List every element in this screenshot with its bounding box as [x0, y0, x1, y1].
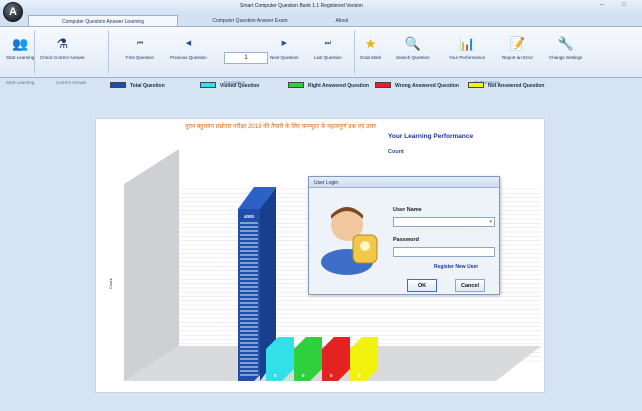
performance-title: Your Learning Performance	[388, 133, 474, 140]
user-key-icon	[321, 207, 378, 275]
search-icon: 🔍	[404, 36, 421, 51]
report-error-button[interactable]: 📝 Report an Error	[502, 36, 533, 60]
tab-exam[interactable]: Computer Question Answer Exam	[180, 15, 320, 26]
legend-item-wrong: Wrong Answered Question	[375, 82, 459, 89]
password-label: Password	[393, 237, 419, 243]
tab-learning[interactable]: Computer Question Answer Learning	[28, 15, 178, 26]
page-number-field[interactable]: 1	[224, 52, 268, 64]
maximize-button[interactable]: □	[622, 2, 626, 8]
search-question-button[interactable]: 🔍 Search Question	[396, 36, 430, 60]
next-arrow-icon: ▶	[281, 40, 287, 47]
users-icon: 👥	[12, 36, 29, 51]
window-title: Smart Computer Question Bank 1.1 Registe…	[240, 3, 363, 9]
hindi-chart-title: नूतन बहुचयन प्रश्नोत्तर परीक्षा 2013 की …	[185, 124, 376, 130]
cancel-button[interactable]: Cancel	[455, 279, 485, 292]
first-question-button[interactable]: ⏮ First Question	[126, 36, 154, 60]
legend-swatch	[375, 82, 391, 88]
performance-subtitle: Count	[388, 149, 404, 155]
report-icon: 📝	[509, 36, 526, 51]
user-name-combo[interactable]: ▾	[393, 217, 495, 227]
next-question-button[interactable]: ▶ Next Question	[270, 36, 299, 60]
group-label-start-learning: Start Learning	[6, 80, 35, 85]
previous-arrow-icon: ◀	[185, 40, 192, 47]
ok-button[interactable]: OK	[407, 279, 437, 292]
tab-about[interactable]: About	[322, 15, 362, 26]
legend-item-visited: Visited Question	[200, 82, 259, 89]
minimize-button[interactable]: –	[600, 2, 603, 8]
password-field[interactable]	[393, 247, 495, 257]
your-performance-button[interactable]: 📊 Your Performance	[449, 36, 485, 60]
first-arrow-icon: ⏮	[136, 40, 144, 47]
change-settings-button[interactable]: 🔧 Change Settings	[549, 36, 582, 60]
group-label-correct-answer: Correct Answer	[56, 80, 87, 85]
first-question-label: First Question	[126, 55, 155, 60]
bar-value-label: 4000	[244, 214, 255, 219]
last-arrow-icon: ⏭	[324, 40, 332, 47]
bar-chart-icon: 📊	[458, 36, 476, 51]
user-name-label: User Name	[393, 207, 422, 213]
register-new-user-link[interactable]: Register New User	[434, 264, 478, 270]
chevron-down-icon: ▾	[489, 219, 492, 225]
flask-icon: ⚗	[56, 36, 69, 51]
star-icon: ★	[364, 36, 377, 51]
settings-icon: 🔧	[557, 36, 574, 51]
app-logo-icon: A	[9, 6, 17, 18]
login-dialog: User Login User Name ▾ Password Register…	[308, 176, 500, 295]
dialog-title: User Login	[309, 177, 499, 188]
title-bar: Smart Computer Question Bank 1.1 Registe…	[0, 0, 642, 14]
legend-swatch	[110, 82, 126, 88]
app-menu-button[interactable]: A	[3, 2, 23, 22]
legend-swatch	[200, 82, 216, 88]
previous-question-label: Previous Question	[170, 55, 207, 60]
last-question-label: Last Question	[314, 55, 342, 60]
report-error-label: Report an Error	[502, 55, 534, 60]
legend-item-right: Right Answered Question	[288, 82, 369, 89]
legend-item-total: Total Question	[110, 82, 165, 89]
change-settings-label: Change Settings	[549, 55, 583, 60]
chart-side-wall	[124, 149, 179, 381]
check-correct-answer-button[interactable]: ⚗ Check Correct Answer	[40, 36, 85, 60]
grab-mark-label: Grab Mark	[360, 55, 382, 60]
ribbon-tabs: Computer Question Answer Learning Comput…	[0, 14, 642, 26]
start-learning-button[interactable]: 👥 Start Learning	[6, 36, 34, 60]
search-question-label: Search Question	[396, 55, 430, 60]
next-question-label: Next Question	[270, 55, 299, 60]
previous-question-button[interactable]: ◀ Previous Question	[170, 36, 207, 60]
legend-swatch	[288, 82, 304, 88]
legend-swatch	[468, 82, 484, 88]
check-correct-answer-label: Check Correct Answer	[40, 55, 85, 60]
start-learning-label: Start Learning	[6, 55, 35, 60]
grab-mark-button[interactable]: ★ Grab Mark	[360, 36, 381, 60]
y-axis-label: Count	[108, 277, 113, 289]
legend-item-not-answered: Not Answered Question	[468, 82, 545, 89]
your-performance-label: Your Performance	[449, 55, 486, 60]
last-question-button[interactable]: ⏭ Last Question	[314, 36, 342, 60]
